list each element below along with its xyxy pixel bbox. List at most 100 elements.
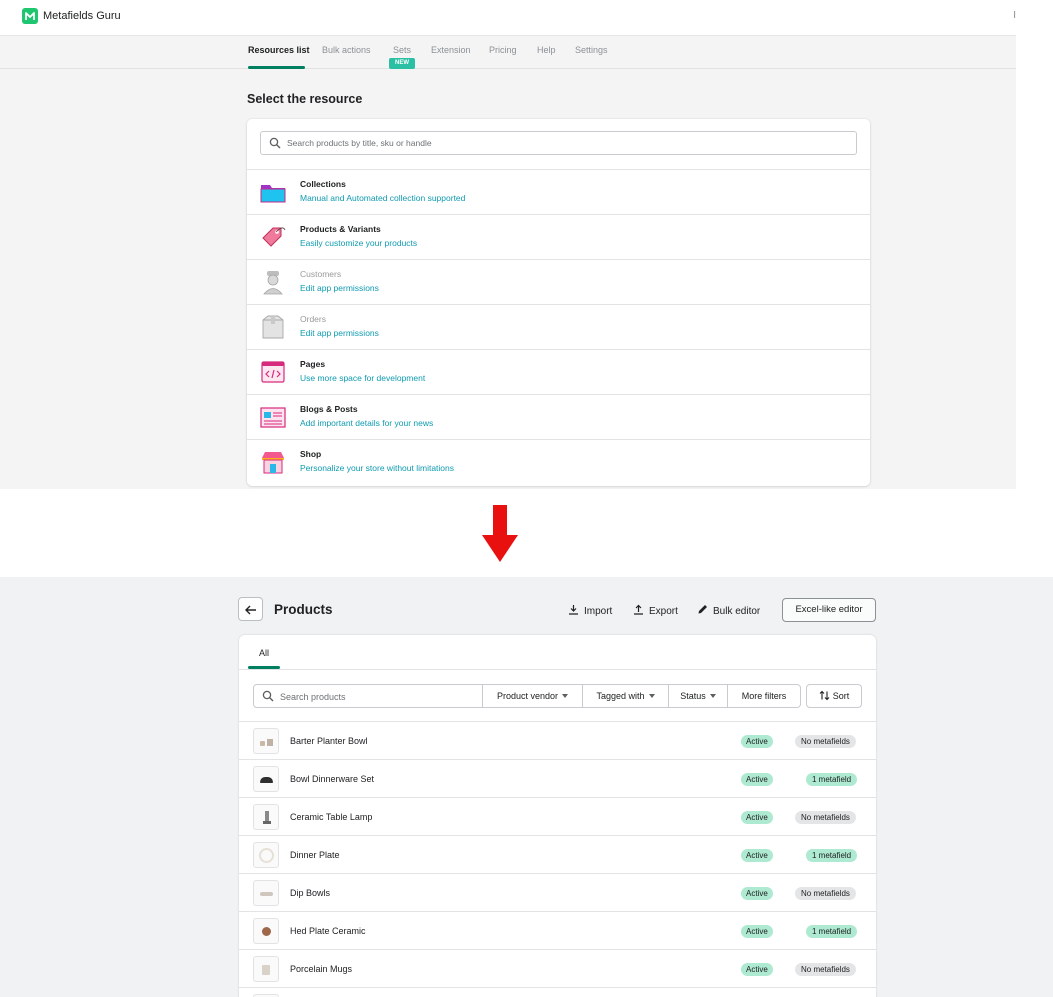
search-icon [269, 137, 281, 149]
resource-subtitle: Add important details for your news [300, 418, 434, 428]
resource-search-input[interactable] [287, 135, 847, 151]
app-logo-icon [22, 8, 38, 24]
product-name[interactable]: Barter Planter Bowl [290, 736, 368, 746]
metafields-badge: 1 metafield [806, 849, 858, 862]
product-thumbnail [253, 842, 279, 868]
export-button[interactable]: Export [633, 604, 678, 617]
tab-settings[interactable]: Settings [575, 45, 608, 55]
code-page-icon [261, 361, 285, 383]
product-row[interactable]: Porcelain Mugs Active No metafields [239, 950, 876, 988]
resource-title: Products & Variants [300, 224, 381, 234]
metafields-badge: No metafields [795, 887, 856, 900]
bulk-editor-button[interactable]: Bulk editor [697, 604, 760, 617]
products-list-card: All Product vendor Tagged with Status Mo… [239, 635, 876, 997]
product-thumbnail [253, 918, 279, 944]
status-badge: Active [741, 887, 773, 900]
resource-subtitle[interactable]: Edit app permissions [300, 328, 379, 338]
metafields-badge: 1 metafield [806, 925, 858, 938]
metafields-badge: No metafields [795, 811, 856, 824]
back-button[interactable] [238, 597, 263, 621]
resource-item-products-variants[interactable]: Products & Variants Easily customize you… [247, 214, 870, 259]
products-screenshot: Products Import Export Bulk editor Excel… [0, 577, 1053, 997]
status-badge: Active [741, 849, 773, 862]
app-header: Metafields Guru I [0, 0, 1016, 36]
product-search-input[interactable] [280, 689, 478, 704]
active-tab-indicator [248, 66, 305, 69]
product-name[interactable]: Hed Plate Ceramic [290, 926, 366, 936]
resource-title: Shop [300, 449, 322, 459]
product-row[interactable]: Bowl Dinnerware Set Active 1 metafield [239, 760, 876, 798]
product-row[interactable]: Dip Bowls Active No metafields [239, 874, 876, 912]
tab-help[interactable]: Help [537, 45, 556, 55]
caret-down-icon [562, 694, 569, 698]
resource-search-field[interactable] [260, 131, 857, 155]
product-name[interactable]: Ceramic Table Lamp [290, 812, 372, 822]
excel-like-editor-button[interactable]: Excel-like editor [782, 598, 876, 622]
main-tabs: Resources list Bulk actions Sets Extensi… [0, 36, 1016, 69]
resource-subtitle: Use more space for development [300, 373, 426, 383]
product-thumbnail [253, 880, 279, 906]
pencil-icon [698, 605, 707, 614]
bulk-editor-label: Bulk editor [713, 606, 761, 617]
status-badge: Active [741, 925, 773, 938]
import-icon [569, 605, 578, 615]
caret-down-icon [709, 694, 716, 698]
product-name[interactable]: Porcelain Mugs [290, 964, 352, 974]
resource-list-card: Collections Manual and Automated collect… [247, 119, 870, 486]
status-badge: Active [741, 811, 773, 824]
resource-subtitle: Easily customize your products [300, 238, 418, 248]
filter-tagged-with[interactable]: Tagged with [583, 684, 669, 708]
filter-label: Tagged with [596, 691, 645, 701]
tab-bulk-actions[interactable]: Bulk actions [322, 45, 371, 55]
page-title: Products [274, 602, 333, 617]
product-row[interactable]: Barter Planter Bowl Active No metafields [239, 722, 876, 760]
folder-icon [260, 185, 286, 203]
product-search-field[interactable] [253, 684, 483, 708]
resource-title: Pages [300, 359, 326, 369]
import-label: Import [584, 606, 613, 617]
sort-button[interactable]: Sort [806, 684, 862, 708]
resource-item-shop[interactable]: Shop Personalize your store without limi… [247, 439, 870, 484]
divider [239, 669, 876, 670]
search-icon [262, 690, 274, 702]
more-filters-button[interactable]: More filters [728, 684, 801, 708]
app-title: Metafields Guru [43, 10, 121, 22]
product-thumbnail [253, 956, 279, 982]
resource-title: Orders [300, 314, 326, 324]
import-button[interactable]: Import [568, 604, 612, 617]
tab-extension[interactable]: Extension [431, 45, 471, 55]
resource-item-orders[interactable]: Orders Edit app permissions [247, 304, 870, 349]
resource-subtitle: Personalize your store without limitatio… [300, 463, 455, 473]
metafields-badge: No metafields [795, 735, 856, 748]
export-icon [634, 604, 643, 615]
product-row[interactable]: Dinner Plate Active 1 metafield [239, 836, 876, 874]
tab-resources-list[interactable]: Resources list [248, 45, 310, 55]
tab-sets[interactable]: Sets [393, 45, 411, 55]
tab-all[interactable]: All [259, 648, 269, 658]
box-icon [262, 315, 284, 339]
tab-pricing[interactable]: Pricing [489, 45, 517, 55]
product-row[interactable]: Ceramic Table Lamp Active No metafields [239, 798, 876, 836]
resource-title: Blogs & Posts [300, 404, 358, 414]
resource-title: Customers [300, 269, 342, 279]
product-name[interactable]: Dinner Plate [290, 850, 340, 860]
resource-subtitle[interactable]: Edit app permissions [300, 283, 379, 293]
product-row[interactable]: Hed Plate Ceramic Active 1 metafield [239, 912, 876, 950]
price-tag-icon [262, 227, 286, 247]
resource-picker-screenshot: Metafields Guru I Resources list Bulk ac… [0, 0, 1016, 489]
filter-label: Product vendor [496, 691, 559, 701]
sort-icon [819, 690, 830, 701]
product-name[interactable]: Bowl Dinnerware Set [290, 774, 374, 784]
resource-item-blogs-posts[interactable]: Blogs & Posts Add important details for … [247, 394, 870, 439]
new-badge: NEW [389, 58, 415, 69]
filter-product-vendor[interactable]: Product vendor [483, 684, 583, 708]
filter-status[interactable]: Status [669, 684, 728, 708]
resource-title: Collections [300, 179, 346, 189]
resource-item-customers[interactable]: Customers Edit app permissions [247, 259, 870, 304]
product-row[interactable] [239, 988, 876, 997]
product-name[interactable]: Dip Bowls [290, 888, 330, 898]
resource-item-pages[interactable]: Pages Use more space for development [247, 349, 870, 394]
resource-item-collections[interactable]: Collections Manual and Automated collect… [247, 169, 870, 214]
product-thumbnail [253, 728, 279, 754]
filter-label: Status [680, 691, 706, 701]
